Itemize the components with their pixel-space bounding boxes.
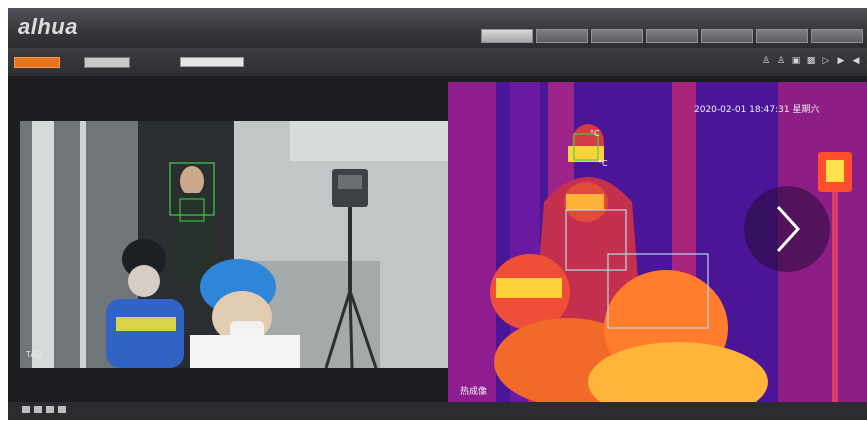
nav-tab-logout[interactable] xyxy=(811,29,863,43)
channel-select[interactable] xyxy=(180,57,244,67)
footer-icons xyxy=(22,406,66,413)
record-icon[interactable]: ▣ xyxy=(791,56,801,66)
camera-web-client: alhua ♙ ♙ ▣ ▩ ▷ ▶ ◀ TAD °C °C 2020-02-01… xyxy=(8,8,867,420)
layout-4-icon[interactable] xyxy=(34,406,42,413)
thermal-timestamp: 2020-02-01 18:47:31 星期六 xyxy=(694,103,819,115)
audio-icon[interactable]: ◀ xyxy=(851,56,861,66)
talk-icon[interactable]: ▶ xyxy=(836,56,846,66)
header-bar: alhua xyxy=(8,8,867,48)
layout-1-icon[interactable] xyxy=(22,406,30,413)
sub-stream-button[interactable] xyxy=(84,57,130,68)
nav-tab-live[interactable] xyxy=(481,29,533,43)
nav-tab-alarm[interactable] xyxy=(756,29,808,43)
temp-label-2: °C xyxy=(598,159,608,168)
settings-icon[interactable] xyxy=(58,406,66,413)
nav-tab-report[interactable] xyxy=(591,29,643,43)
nav-tab-setup[interactable] xyxy=(701,29,753,43)
thermal-video[interactable]: °C °C 2020-02-01 18:47:31 星期六 热成像 xyxy=(448,82,867,406)
visible-scene: TAD xyxy=(20,121,448,368)
fullscreen-icon[interactable] xyxy=(46,406,54,413)
live-toolbar: ♙ ♙ ▣ ▩ ▷ ▶ ◀ xyxy=(8,48,867,76)
temp-label-1: °C xyxy=(590,129,600,138)
player-footer xyxy=(8,402,867,420)
voice-icon[interactable]: ▷ xyxy=(821,56,831,66)
nav-tab-people[interactable] xyxy=(646,29,698,43)
thermal-caption: 热成像 xyxy=(460,385,487,397)
thermal-scene: °C °C 2020-02-01 18:47:31 星期六 热成像 xyxy=(448,82,867,406)
visible-light-video[interactable]: TAD xyxy=(20,121,448,368)
visible-osd-label: TAD xyxy=(25,350,42,359)
person-icon[interactable]: ♙ xyxy=(761,56,771,66)
person-icon[interactable]: ♙ xyxy=(776,56,786,66)
main-nav xyxy=(481,29,863,43)
toolbar-icons: ♙ ♙ ▣ ▩ ▷ ▶ ◀ xyxy=(761,56,861,66)
main-stream-button[interactable] xyxy=(14,57,60,68)
capture-icon[interactable]: ▩ xyxy=(806,56,816,66)
brand-logo: alhua xyxy=(18,14,78,39)
next-arrow-button[interactable] xyxy=(744,186,830,272)
nav-tab-playback[interactable] xyxy=(536,29,588,43)
